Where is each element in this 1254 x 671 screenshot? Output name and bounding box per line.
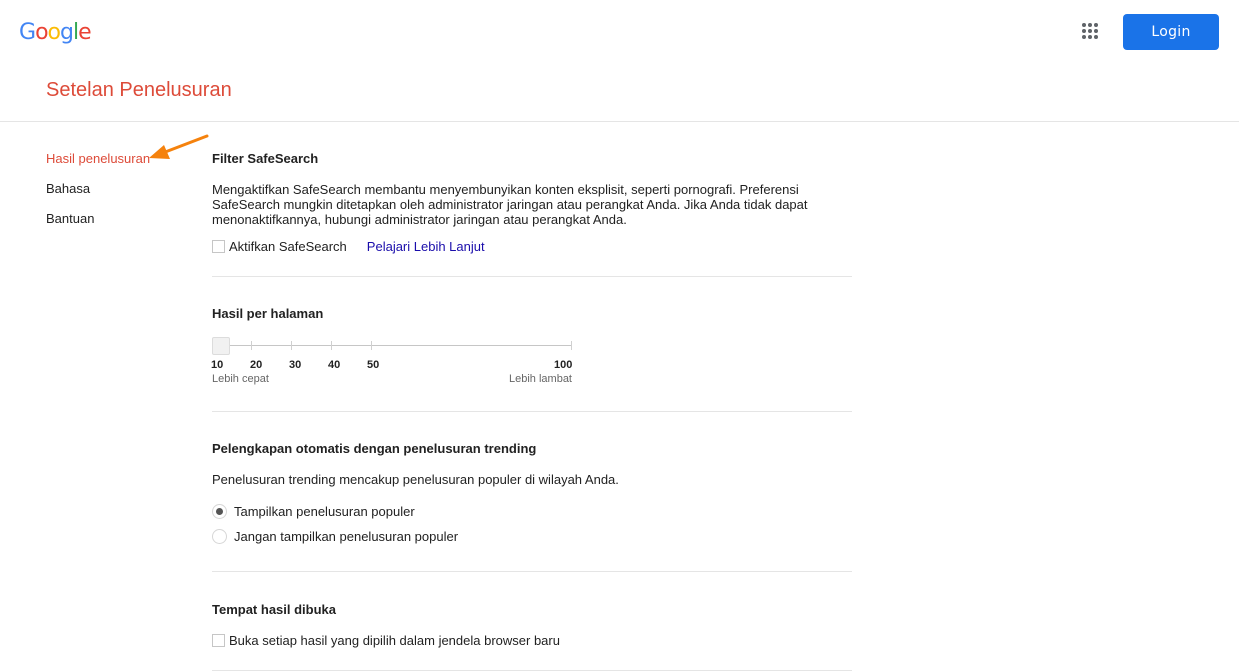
radio-button-selected[interactable]: [212, 504, 227, 519]
slider-stop-label: 50: [367, 359, 380, 371]
annotation-arrow-icon: [149, 134, 209, 159]
apps-dot: [1088, 35, 1092, 39]
safesearch-description: Mengaktifkan SafeSearch membantu menyemb…: [212, 182, 808, 227]
sidebar-item-bahasa[interactable]: Bahasa: [46, 180, 150, 197]
logo-letter: g: [60, 20, 74, 45]
login-button[interactable]: Login: [1123, 14, 1219, 50]
apps-grid-icon[interactable]: [1082, 23, 1100, 41]
open-results-title: Tempat hasil dibuka: [212, 602, 337, 617]
radio-show-popular[interactable]: Tampilkan penelusuran populer: [212, 504, 415, 519]
radio-label[interactable]: Tampilkan penelusuran populer: [234, 504, 415, 519]
slider-caption-slower: Lebih lambat: [509, 373, 572, 385]
results-slider-track[interactable]: [229, 345, 572, 346]
results-per-page-title: Hasil per halaman: [212, 306, 324, 321]
autocomplete-description: Penelusuran trending mencakup penelusura…: [212, 472, 619, 487]
slider-tick: [571, 341, 572, 350]
slider-stop-label: 10: [211, 359, 224, 371]
slider-stop-label: 40: [328, 359, 341, 371]
page-title: Setelan Penelusuran: [46, 79, 232, 101]
apps-dot: [1094, 29, 1098, 33]
section-divider: [212, 276, 852, 277]
apps-dot: [1082, 35, 1086, 39]
logo-letter: o: [47, 20, 62, 45]
radio-label[interactable]: Jangan tampilkan penelusuran populer: [234, 529, 458, 544]
title-divider: [0, 121, 1239, 122]
slider-stop-label: 100: [554, 359, 573, 371]
top-bar: Google Login: [0, 0, 1254, 64]
safesearch-title: Filter SafeSearch: [212, 151, 319, 166]
sidebar-item-bantuan[interactable]: Bantuan: [46, 210, 150, 227]
slider-tick: [251, 341, 252, 350]
logo-letter: e: [78, 20, 92, 45]
logo-letter: G: [19, 20, 36, 45]
google-logo[interactable]: Google: [19, 18, 92, 48]
apps-dot: [1094, 23, 1098, 27]
radio-hide-popular[interactable]: Jangan tampilkan penelusuran populer: [212, 529, 458, 544]
open-new-window-checkbox[interactable]: [212, 634, 225, 647]
safesearch-row: Aktifkan SafeSearch Pelajari Lebih Lanju…: [212, 239, 485, 254]
slider-caption-faster: Lebih cepat: [212, 373, 269, 385]
apps-dot: [1094, 35, 1098, 39]
autocomplete-title: Pelengkapan otomatis dengan penelusuran …: [212, 441, 537, 456]
results-slider-thumb[interactable]: [212, 337, 230, 355]
sidebar-item-hasil-penelusuran[interactable]: Hasil penelusuran: [46, 150, 150, 167]
apps-dot: [1088, 23, 1092, 27]
section-divider: [212, 571, 852, 572]
open-new-window-row: Buka setiap hasil yang dipilih dalam jen…: [212, 633, 560, 648]
section-divider: [212, 411, 852, 412]
settings-sidebar: Hasil penelusuran Bahasa Bantuan: [46, 150, 150, 240]
learn-more-link[interactable]: Pelajari Lebih Lanjut: [367, 239, 485, 254]
open-new-window-label[interactable]: Buka setiap hasil yang dipilih dalam jen…: [229, 633, 560, 648]
slider-stop-label: 30: [289, 359, 302, 371]
slider-tick: [371, 341, 372, 350]
slider-tick: [291, 341, 292, 350]
safesearch-checkbox-label[interactable]: Aktifkan SafeSearch: [229, 239, 347, 254]
apps-dot: [1082, 29, 1086, 33]
safesearch-checkbox[interactable]: [212, 240, 225, 253]
apps-dot: [1088, 29, 1092, 33]
slider-stop-label: 20: [250, 359, 263, 371]
radio-button[interactable]: [212, 529, 227, 544]
apps-dot: [1082, 23, 1086, 27]
slider-tick: [331, 341, 332, 350]
logo-letter: o: [35, 20, 49, 45]
